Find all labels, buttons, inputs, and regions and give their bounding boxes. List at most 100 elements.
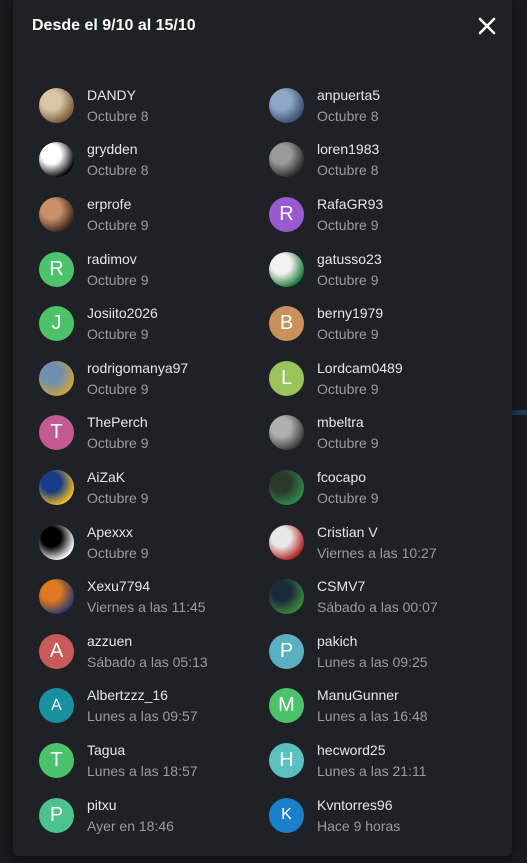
user-name[interactable]: Kvntorres96 (317, 796, 400, 814)
user-item[interactable]: J Josiito2026 Octubre 9 (39, 296, 269, 351)
user-info: hecword25 Lunes a las 21:11 (317, 741, 427, 780)
user-name[interactable]: fcocapo (317, 468, 378, 486)
user-item[interactable]: rodrigomanya97 Octubre 9 (39, 351, 269, 406)
avatar[interactable]: R (39, 251, 74, 287)
user-name[interactable]: Tagua (87, 741, 198, 759)
avatar-letter: K (281, 806, 292, 824)
user-name[interactable]: pakich (317, 632, 428, 650)
user-date: Octubre 9 (87, 380, 149, 397)
user-name[interactable]: pitxu (87, 796, 174, 814)
user-item[interactable]: Apexxx Octubre 9 (39, 515, 269, 570)
user-name[interactable]: anpuerta5 (317, 86, 380, 104)
user-name[interactable]: RafaGR93 (317, 195, 383, 213)
avatar[interactable]: H (269, 742, 304, 778)
avatar-letter: R (49, 257, 64, 280)
user-item[interactable]: loren1983 Octubre 8 (269, 133, 499, 188)
user-item[interactable]: anpuerta5 Octubre 8 (269, 78, 499, 133)
user-date: Octubre 9 (87, 271, 149, 288)
user-name[interactable]: Josiito2026 (87, 304, 158, 322)
user-info: pitxu Ayer en 18:46 (87, 796, 174, 835)
user-item[interactable]: Xexu7794 Viernes a las 11:45 (39, 569, 269, 624)
avatar[interactable]: R (269, 196, 304, 232)
user-date: Octubre 9 (317, 271, 379, 288)
user-name[interactable]: berny1979 (317, 304, 383, 322)
avatar-letter: L (280, 366, 293, 389)
user-item[interactable]: Cristian V Viernes a las 10:27 (269, 515, 499, 570)
user-info: ManuGunner Lunes a las 16:48 (317, 686, 428, 725)
avatar[interactable]: A (39, 688, 74, 724)
user-name[interactable]: erprofe (87, 195, 148, 213)
user-item[interactable]: A Albertzzz_16 Lunes a las 09:57 (39, 679, 269, 734)
user-name[interactable]: grydden (87, 140, 148, 158)
user-name[interactable]: ThePerch (87, 413, 148, 431)
user-item[interactable]: mbeltra Octubre 9 (269, 406, 499, 461)
avatar[interactable]: T (39, 742, 74, 778)
user-name[interactable]: Xexu7794 (87, 577, 206, 595)
avatar-photo[interactable] (39, 469, 74, 505)
avatar-photo[interactable] (269, 87, 304, 123)
user-name[interactable]: azzuen (87, 632, 208, 650)
user-item[interactable]: erprofe Octubre 9 (39, 187, 269, 242)
user-item[interactable]: Ppakich Lunes a las 09:25 (269, 624, 499, 679)
avatar[interactable]: J (39, 306, 74, 342)
user-info: Apexxx Octubre 9 (87, 523, 148, 562)
user-item[interactable]: Ppitxu Ayer en 18:46 (39, 788, 269, 843)
user-name[interactable]: Cristian V (317, 523, 437, 541)
user-item[interactable]: grydden Octubre 8 (39, 133, 269, 188)
avatar-photo[interactable] (269, 142, 304, 178)
user-name[interactable]: hecword25 (317, 741, 427, 759)
user-item[interactable]: R RafaGR93 Octubre 9 (269, 187, 499, 242)
close-button[interactable] (475, 14, 499, 38)
avatar[interactable]: A (39, 633, 74, 669)
user-item[interactable]: DANDY Octubre 8 (39, 78, 269, 133)
avatar-photo[interactable] (39, 360, 74, 396)
user-item[interactable]: CSMV7 Sábado a las 00:07 (269, 569, 499, 624)
avatar[interactable]: P (269, 633, 304, 669)
user-item[interactable]: gatusso23 Octubre 9 (269, 242, 499, 297)
user-item[interactable]: Bberny1979 Octubre 9 (269, 296, 499, 351)
user-name[interactable]: DANDY (87, 86, 148, 104)
avatar-photo[interactable] (39, 142, 74, 178)
user-name[interactable]: gatusso23 (317, 250, 382, 268)
avatar[interactable]: M (269, 688, 304, 724)
user-item[interactable]: L Lordcam0489 Octubre 9 (269, 351, 499, 406)
avatar-photo[interactable] (39, 579, 74, 615)
avatar-photo[interactable] (269, 524, 304, 560)
avatar[interactable]: K (269, 797, 304, 833)
avatar-photo[interactable] (269, 469, 304, 505)
user-info: erprofe Octubre 9 (87, 195, 148, 234)
user-item[interactable]: T ThePerch Octubre 9 (39, 406, 269, 461)
user-item[interactable]: Aazzuen Sábado a las 05:13 (39, 624, 269, 679)
user-item[interactable]: Rradimov Octubre 9 (39, 242, 269, 297)
user-name[interactable]: loren1983 (317, 140, 379, 158)
user-item[interactable]: T Tagua Lunes a las 18:57 (39, 733, 269, 788)
avatar[interactable]: P (39, 797, 74, 833)
user-name[interactable]: CSMV7 (317, 577, 438, 595)
user-info: Tagua Lunes a las 18:57 (87, 741, 198, 780)
user-name[interactable]: Apexxx (87, 523, 148, 541)
user-name[interactable]: ManuGunner (317, 686, 428, 704)
modal-title: Desde el 9/10 al 15/10 (32, 17, 196, 34)
user-item[interactable]: Hhecword25 Lunes a las 21:11 (269, 733, 499, 788)
user-item[interactable]: fcocapo Octubre 9 (269, 460, 499, 515)
user-info: gatusso23 Octubre 9 (317, 250, 382, 289)
avatar-photo[interactable] (269, 415, 304, 451)
avatar[interactable]: T (39, 415, 74, 451)
user-name[interactable]: rodrigomanya97 (87, 359, 188, 377)
user-date: Octubre 9 (317, 380, 379, 397)
user-item[interactable]: M ManuGunner Lunes a las 16:48 (269, 679, 499, 734)
avatar-photo[interactable] (39, 87, 74, 123)
user-item[interactable]: AiZaK Octubre 9 (39, 460, 269, 515)
user-item[interactable]: K Kvntorres96 Hace 9 horas (269, 788, 499, 843)
avatar[interactable]: B (269, 306, 304, 342)
user-name[interactable]: AiZaK (87, 468, 148, 486)
avatar-photo[interactable] (39, 524, 74, 560)
user-name[interactable]: Albertzzz_16 (87, 686, 198, 704)
avatar-photo[interactable] (269, 251, 304, 287)
user-name[interactable]: radimov (87, 250, 148, 268)
user-name[interactable]: mbeltra (317, 413, 378, 431)
user-name[interactable]: Lordcam0489 (317, 359, 403, 377)
avatar-photo[interactable] (39, 196, 74, 232)
avatar[interactable]: L (269, 360, 304, 396)
avatar-photo[interactable] (269, 579, 304, 615)
